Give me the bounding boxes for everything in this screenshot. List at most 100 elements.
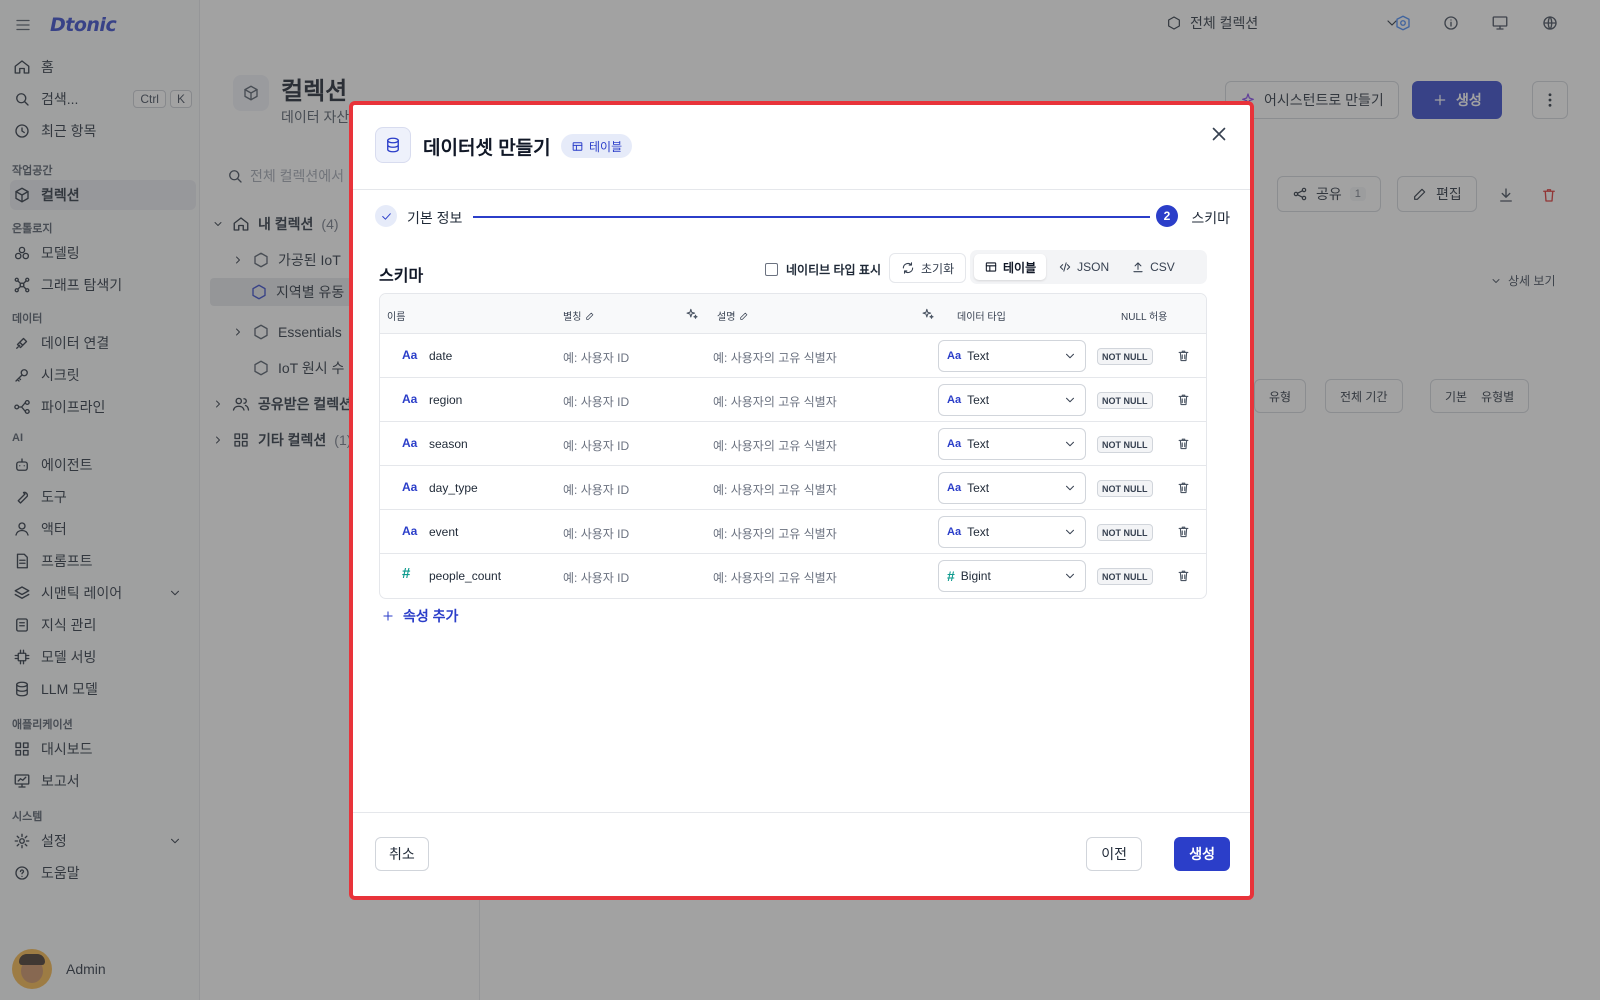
code-icon (1058, 260, 1072, 274)
not-null-badge[interactable]: NOT NULL (1097, 436, 1153, 453)
column-name[interactable]: date (429, 349, 452, 363)
step-basic-info[interactable]: 기본 정보 (407, 208, 462, 228)
previous-button[interactable]: 이전 (1086, 837, 1142, 871)
data-type-value: Bigint (960, 569, 991, 583)
col-header-name: 이름 (387, 312, 406, 323)
native-type-toggle[interactable]: 네이티브 타입 표시 (765, 261, 881, 278)
table-row: Aa event 예: 사용자 ID 예: 사용자의 고유 식별자 Aa Tex… (380, 510, 1206, 554)
not-null-badge[interactable]: NOT NULL (1097, 392, 1153, 409)
description-input[interactable]: 예: 사용자의 고유 식별자 (713, 437, 837, 454)
data-type-select[interactable]: Aa Text (938, 340, 1086, 372)
alias-input[interactable]: 예: 사용자 ID (563, 349, 629, 366)
pencil-icon (739, 311, 749, 321)
alias-input[interactable]: 예: 사용자 ID (563, 525, 629, 542)
text-type-icon: Aa (947, 482, 962, 494)
step-schema: 스키마 (1191, 210, 1230, 226)
trash-icon[interactable] (1176, 436, 1191, 451)
not-null-badge[interactable]: NOT NULL (1097, 480, 1153, 497)
table-badge: 테이블 (561, 134, 633, 158)
table-row: Aa day_type 예: 사용자 ID 예: 사용자의 고유 식별자 Aa … (380, 466, 1206, 510)
trash-icon[interactable] (1176, 392, 1191, 407)
plus-icon (381, 609, 395, 623)
column-name[interactable]: event (429, 525, 458, 539)
trash-icon[interactable] (1176, 524, 1191, 539)
view-csv-tab[interactable]: CSV (1121, 254, 1185, 280)
description-input[interactable]: 예: 사용자의 고유 식별자 (713, 481, 837, 498)
data-type-value: Text (967, 437, 990, 451)
table-icon (984, 260, 998, 274)
view-table-tab[interactable]: 테이블 (974, 254, 1047, 280)
modal-title: 데이터셋 만들기 (423, 138, 551, 159)
description-input[interactable]: 예: 사용자의 고유 식별자 (713, 525, 837, 542)
tab-label: JSON (1077, 260, 1110, 274)
table-row: Aa date 예: 사용자 ID 예: 사용자의 고유 식별자 Aa Text… (380, 334, 1206, 378)
submit-create-button[interactable]: 생성 (1174, 837, 1230, 871)
pencil-icon (585, 311, 595, 321)
stepper: 기본 정보 2 스키마 (375, 205, 1230, 229)
data-type-value: Text (967, 525, 990, 539)
table-header: 이름 별칭 설명 데이터 타입 NULL 허용 (380, 294, 1206, 334)
add-property-button[interactable]: 속성 추가 (381, 606, 458, 626)
data-type-select[interactable]: Aa Text (938, 428, 1086, 460)
column-name[interactable]: region (429, 393, 462, 407)
step-number: 2 (1156, 205, 1178, 227)
modal-footer: 취소 이전 생성 (353, 812, 1250, 896)
text-type-icon: Aa (402, 480, 418, 494)
native-type-checkbox[interactable] (765, 263, 778, 276)
trash-icon[interactable] (1176, 480, 1191, 495)
column-name[interactable]: season (429, 437, 468, 451)
data-type-select[interactable]: # Bigint (938, 560, 1086, 592)
text-type-icon: Aa (402, 392, 418, 406)
data-type-value: Text (967, 481, 990, 495)
col-header-label: 별칭 (563, 312, 582, 323)
text-type-icon: Aa (947, 394, 962, 406)
ai-sparkle-icon[interactable] (685, 307, 699, 321)
close-icon[interactable] (1208, 123, 1232, 147)
column-name[interactable]: people_count (429, 569, 501, 583)
refresh-icon (901, 261, 915, 275)
ai-sparkle-icon[interactable] (921, 307, 935, 321)
alias-input[interactable]: 예: 사용자 ID (563, 481, 629, 498)
view-mode-segment: 테이블 JSON CSV (970, 250, 1207, 284)
cancel-button[interactable]: 취소 (375, 837, 429, 871)
alias-input[interactable]: 예: 사용자 ID (563, 569, 629, 586)
step-connector (473, 216, 1150, 218)
text-type-icon: Aa (947, 526, 962, 538)
data-type-value: Text (967, 393, 990, 407)
column-name[interactable]: day_type (429, 481, 478, 495)
hash-type-icon: # (947, 568, 955, 584)
chevron-down-icon (1063, 349, 1077, 363)
data-type-select[interactable]: Aa Text (938, 384, 1086, 416)
add-property-label: 속성 추가 (403, 608, 459, 624)
col-header-label: 설명 (717, 312, 736, 323)
description-input[interactable]: 예: 사용자의 고유 식별자 (713, 349, 837, 366)
description-input[interactable]: 예: 사용자의 고유 식별자 (713, 569, 837, 586)
alias-input[interactable]: 예: 사용자 ID (563, 437, 629, 454)
description-input[interactable]: 예: 사용자의 고유 식별자 (713, 393, 837, 410)
reset-button[interactable]: 초기화 (889, 253, 967, 283)
data-type-select[interactable]: Aa Text (938, 516, 1086, 548)
not-null-badge[interactable]: NOT NULL (1097, 524, 1153, 541)
text-type-icon: Aa (402, 436, 418, 450)
alias-input[interactable]: 예: 사용자 ID (563, 393, 629, 410)
table-row: Aa region 예: 사용자 ID 예: 사용자의 고유 식별자 Aa Te… (380, 378, 1206, 422)
schema-heading: 스키마 (379, 268, 424, 285)
text-type-icon: Aa (947, 350, 962, 362)
trash-icon[interactable] (1176, 348, 1191, 363)
view-json-tab[interactable]: JSON (1048, 254, 1119, 280)
create-dataset-modal: 데이터셋 만들기 테이블 기본 정보 2 스키마 스키마 네이티브 타입 표시 … (349, 101, 1254, 900)
check-icon[interactable] (375, 205, 397, 227)
trash-icon[interactable] (1176, 568, 1191, 583)
col-header-alias: 별칭 (563, 308, 595, 323)
badge-label: 테이블 (589, 139, 623, 154)
tab-label: CSV (1150, 260, 1175, 274)
native-type-label: 네이티브 타입 표시 (786, 263, 881, 277)
not-null-badge[interactable]: NOT NULL (1097, 568, 1153, 585)
chevron-down-icon (1063, 525, 1077, 539)
table-row: # people_count 예: 사용자 ID 예: 사용자의 고유 식별자 … (380, 554, 1206, 598)
database-icon (375, 127, 411, 163)
col-header-desc: 설명 (717, 308, 749, 323)
data-type-select[interactable]: Aa Text (938, 472, 1086, 504)
col-header-nullable: NULL 허용 (1121, 312, 1168, 323)
not-null-badge[interactable]: NOT NULL (1097, 348, 1153, 365)
